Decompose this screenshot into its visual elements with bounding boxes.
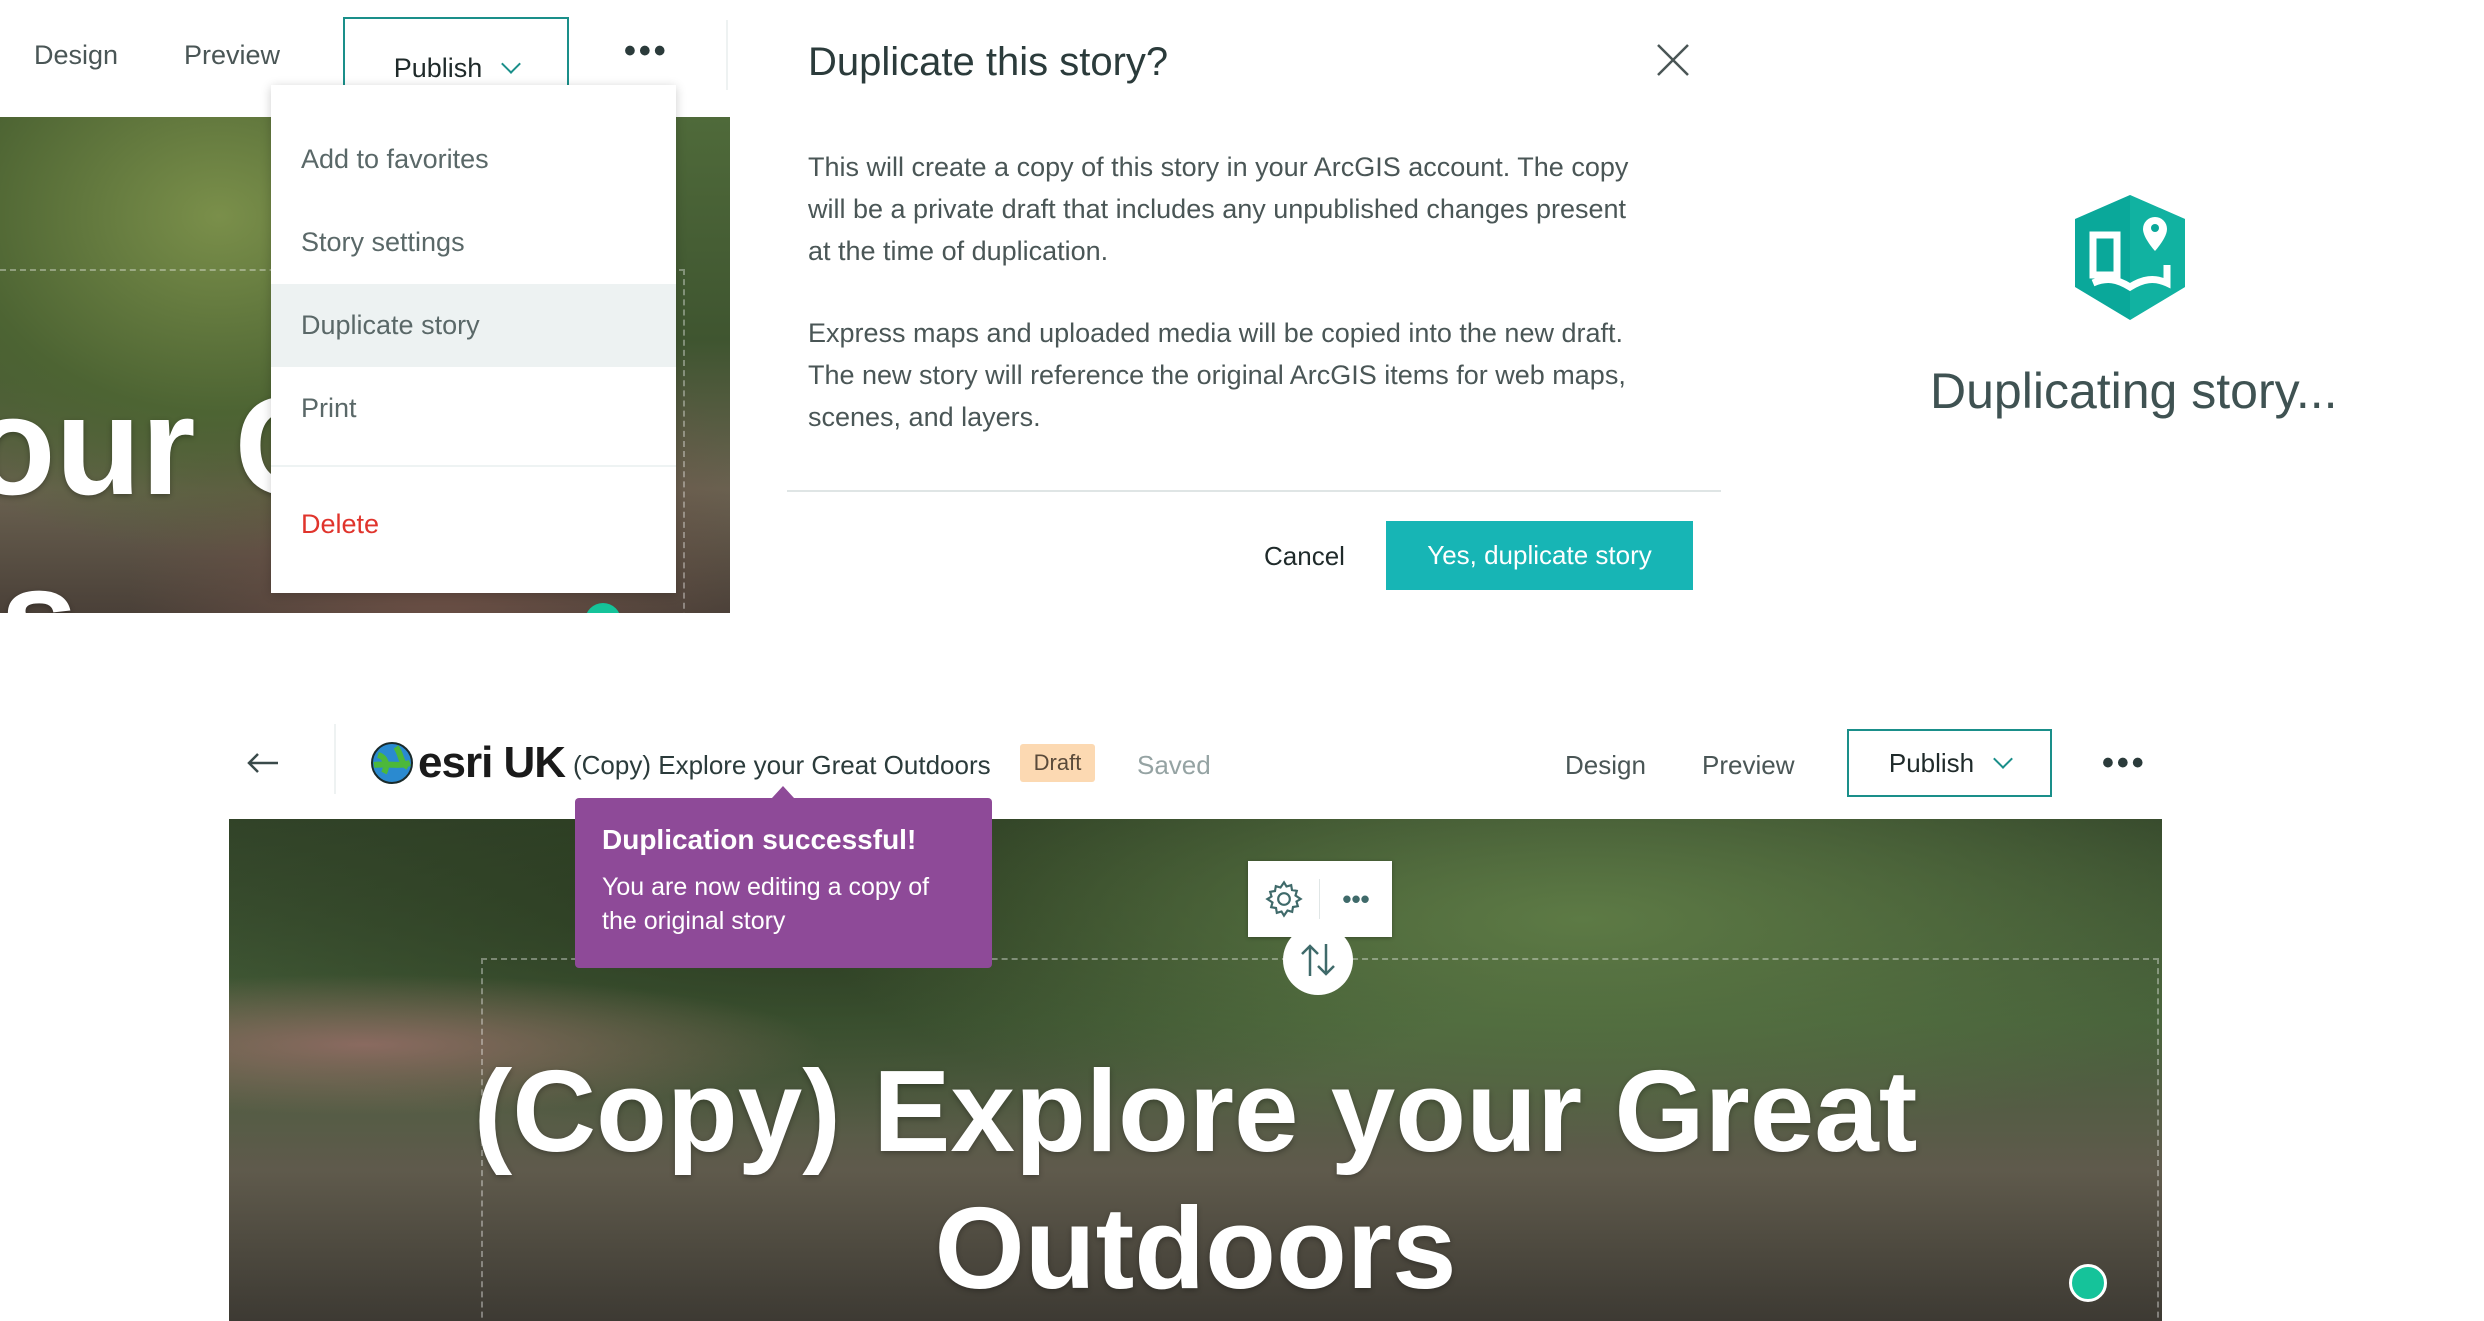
more-options-button[interactable]: •••	[2102, 744, 2147, 783]
text-line: The new story will reference the origina…	[808, 360, 1626, 390]
divider	[726, 20, 728, 90]
logo-text: esri UK	[418, 738, 566, 787]
toast-arrow	[772, 786, 794, 798]
chevron-down-icon	[501, 54, 522, 74]
more-options-button[interactable]: •••	[624, 32, 669, 71]
menu-item-delete[interactable]: Delete	[271, 483, 676, 566]
nav-preview[interactable]: Preview	[1702, 750, 1794, 781]
esri-uk-logo: esri UK	[370, 738, 566, 788]
story-title: (Copy) Explore your Great Outdoors	[573, 750, 991, 780]
hero-title-line: (Copy) Explore your Great	[473, 1046, 1918, 1176]
chevron-down-icon	[1993, 749, 2014, 769]
text-line: You are now editing a copy of	[602, 873, 930, 901]
text-line: This will create a copy of this story in…	[808, 152, 1629, 182]
story-cover-image: (Copy) Explore your Great Outdoors	[229, 819, 2162, 1321]
cancel-button[interactable]: Cancel	[1264, 541, 1345, 572]
storymaps-book-pin-icon	[2075, 195, 2185, 325]
arrows-up-down-icon	[1301, 944, 1335, 976]
dialog-title: Duplicate this story?	[808, 40, 1169, 84]
menu-item-print[interactable]: Print	[271, 367, 676, 450]
publish-label: Publish	[393, 52, 483, 83]
publish-label: Publish	[1888, 747, 1975, 778]
block-more-button[interactable]: •••	[1320, 884, 1392, 915]
toast-title: Duplication successful!	[602, 824, 917, 855]
more-options-menu: Add to favorites Story settings Duplicat…	[271, 85, 676, 593]
gear-icon[interactable]	[1248, 879, 1320, 919]
text-line: the original story	[602, 907, 786, 935]
hero-title-fragment: s	[0, 537, 78, 613]
dialog-divider	[787, 490, 1721, 492]
menu-item-story-settings[interactable]: Story settings	[271, 201, 676, 284]
toast-body: You are now editing a copy of the origina…	[602, 870, 965, 938]
hero-title-line: Outdoors	[934, 1183, 1457, 1313]
grammarly-icon	[2069, 1264, 2107, 1302]
menu-item-duplicate-story[interactable]: Duplicate story	[271, 284, 676, 367]
menu-divider	[271, 465, 676, 467]
globe-icon	[371, 742, 413, 784]
text-line: Express maps and uploaded media will be …	[808, 318, 1623, 348]
nav-design[interactable]: Design	[34, 40, 118, 71]
save-status: Saved	[1137, 750, 1211, 780]
publish-button[interactable]: Publish	[1847, 729, 2052, 797]
draft-badge: Draft	[1020, 744, 1095, 782]
menu-item-add-to-favorites[interactable]: Add to favorites	[271, 118, 676, 201]
duplication-success-toast: Duplication successful! You are now edit…	[575, 798, 992, 968]
close-icon[interactable]	[1655, 42, 1691, 78]
confirm-duplicate-button[interactable]: Yes, duplicate story	[1386, 521, 1693, 590]
nav-design[interactable]: Design	[1565, 750, 1646, 781]
loading-text: Duplicating story...	[1930, 363, 2338, 419]
arrow-left-icon[interactable]	[246, 752, 280, 779]
text-line: at the time of duplication.	[808, 236, 1109, 266]
dialog-paragraph-2: Express maps and uploaded media will be …	[808, 312, 1708, 438]
nav-preview[interactable]: Preview	[184, 40, 280, 71]
text-line: will be a private draft that includes an…	[808, 194, 1627, 224]
reorder-button[interactable]	[1283, 925, 1353, 995]
dialog-paragraph-1: This will create a copy of this story in…	[808, 146, 1708, 272]
header-divider	[334, 724, 336, 794]
text-line: scenes, and layers.	[808, 402, 1041, 432]
